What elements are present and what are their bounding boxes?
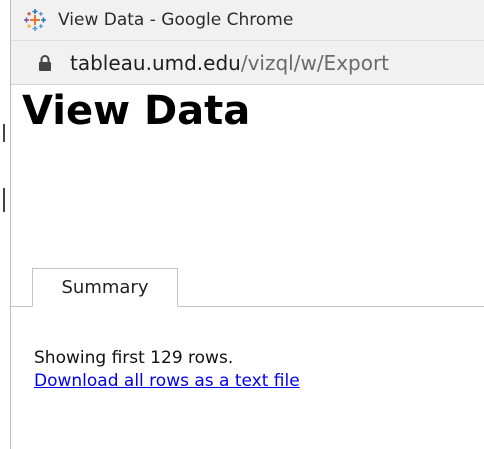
edge-mark [3, 188, 5, 212]
background-window-edge [0, 0, 11, 449]
tableau-logo-icon [24, 9, 46, 31]
row-count-status: Showing first 129 rows. [34, 348, 234, 368]
browser-window: View Data - Google Chrome tableau.umd.ed… [0, 0, 484, 449]
download-all-rows-link[interactable]: Download all rows as a text file [34, 370, 300, 392]
title-bar: View Data - Google Chrome [10, 0, 484, 41]
url-text[interactable]: tableau.umd.edu/vizql/w/Export [70, 51, 389, 75]
window-title: View Data - Google Chrome [58, 10, 294, 30]
page-title: View Data [22, 88, 251, 134]
edge-mark [3, 124, 5, 142]
url-host: tableau.umd.edu [70, 50, 241, 75]
lock-icon[interactable] [38, 54, 52, 72]
url-path: /vizql/w/Export [240, 50, 390, 75]
address-bar[interactable]: tableau.umd.edu/vizql/w/Export [10, 41, 484, 85]
tab-summary[interactable]: Summary [32, 268, 178, 307]
